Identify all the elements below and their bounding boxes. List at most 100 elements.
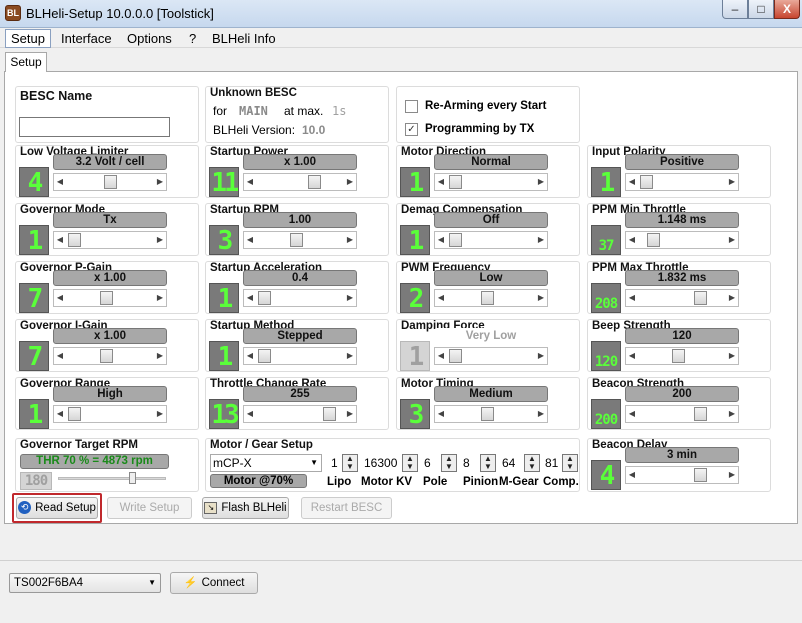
- gi-slider-thumb[interactable]: [100, 349, 113, 363]
- governor-target-rpm-slider[interactable]: [58, 477, 166, 480]
- chevron-left-icon[interactable]: ◀: [435, 232, 447, 248]
- ip-slider-thumb[interactable]: [640, 175, 653, 189]
- motor-model-select[interactable]: mCP-X ▼: [210, 454, 322, 472]
- kv-spinner[interactable]: ▲ ▼: [402, 454, 418, 472]
- chevron-right-icon[interactable]: ▶: [726, 467, 738, 483]
- pole-spinner[interactable]: ▲ ▼: [441, 454, 457, 472]
- flash-blheli-button[interactable]: ↘ Flash BLHeli: [202, 497, 289, 519]
- chevron-left-icon[interactable]: ◀: [244, 406, 256, 422]
- mt-slider-thumb[interactable]: [481, 407, 494, 421]
- chevron-left-icon[interactable]: ◀: [435, 174, 447, 190]
- chevron-right-icon[interactable]: ▶: [726, 406, 738, 422]
- chevron-right-icon[interactable]: ▶: [535, 348, 547, 364]
- srpm-slider-thumb[interactable]: [290, 233, 303, 247]
- pmin-slider[interactable]: ◀ ▶: [625, 231, 739, 249]
- bs-slider-thumb[interactable]: [672, 349, 685, 363]
- lipo-spinner[interactable]: ▲ ▼: [342, 454, 358, 472]
- chevron-left-icon[interactable]: ◀: [54, 232, 66, 248]
- rearm-checkbox[interactable]: [405, 100, 418, 113]
- chevron-left-icon[interactable]: ◀: [626, 232, 638, 248]
- chevron-right-icon[interactable]: ▶: [344, 232, 356, 248]
- chevron-right-icon[interactable]: ▶: [344, 406, 356, 422]
- bcs-slider[interactable]: ◀ ▶: [625, 405, 739, 423]
- gm-slider[interactable]: ◀ ▶: [53, 231, 167, 249]
- maximize-button[interactable]: □: [748, 0, 774, 19]
- chevron-right-icon[interactable]: ▶: [535, 232, 547, 248]
- chevron-right-icon[interactable]: ▶: [726, 232, 738, 248]
- governor-target-rpm-thumb[interactable]: [129, 472, 136, 484]
- comp-spinner[interactable]: ▲ ▼: [562, 454, 578, 472]
- menu-blheli-info[interactable]: BLHeli Info: [212, 31, 276, 46]
- gi-slider[interactable]: ◀ ▶: [53, 347, 167, 365]
- chevron-left-icon[interactable]: ◀: [54, 348, 66, 364]
- menu-setup[interactable]: Setup: [5, 29, 51, 48]
- pmax-slider[interactable]: ◀ ▶: [625, 289, 739, 307]
- md-slider[interactable]: ◀ ▶: [434, 173, 548, 191]
- minimize-button[interactable]: –: [722, 0, 748, 19]
- chevron-left-icon[interactable]: ◀: [54, 174, 66, 190]
- sp-slider-thumb[interactable]: [308, 175, 321, 189]
- pwm-slider[interactable]: ◀ ▶: [434, 289, 548, 307]
- chevron-right-icon[interactable]: ▶: [535, 406, 547, 422]
- close-button[interactable]: X: [774, 0, 800, 19]
- gp-slider-thumb[interactable]: [100, 291, 113, 305]
- chevron-left-icon[interactable]: ◀: [244, 348, 256, 364]
- chevron-right-icon[interactable]: ▶: [154, 348, 166, 364]
- dc-slider[interactable]: ◀ ▶: [434, 231, 548, 249]
- chevron-left-icon[interactable]: ◀: [626, 467, 638, 483]
- port-select[interactable]: TS002F6BA4 ▼: [9, 573, 161, 593]
- chevron-right-icon[interactable]: ▶: [535, 174, 547, 190]
- read-setup-button[interactable]: ⟲ Read Setup: [16, 497, 98, 519]
- restart-besc-button[interactable]: Restart BESC: [301, 497, 392, 519]
- menu-options[interactable]: Options: [127, 31, 172, 46]
- chevron-left-icon[interactable]: ◀: [244, 232, 256, 248]
- tcr-slider-thumb[interactable]: [323, 407, 336, 421]
- mt-slider[interactable]: ◀ ▶: [434, 405, 548, 423]
- chevron-right-icon[interactable]: ▶: [154, 406, 166, 422]
- pwm-slider-thumb[interactable]: [481, 291, 494, 305]
- df-slider-thumb[interactable]: [449, 349, 462, 363]
- gr-slider-thumb[interactable]: [68, 407, 81, 421]
- chevron-right-icon[interactable]: ▶: [154, 174, 166, 190]
- bcs-slider-thumb[interactable]: [694, 407, 707, 421]
- chevron-right-icon[interactable]: ▶: [726, 290, 738, 306]
- sm-slider[interactable]: ◀ ▶: [243, 347, 357, 365]
- srpm-slider[interactable]: ◀ ▶: [243, 231, 357, 249]
- gr-slider[interactable]: ◀ ▶: [53, 405, 167, 423]
- sa-slider[interactable]: ◀ ▶: [243, 289, 357, 307]
- programming-by-tx-checkbox[interactable]: ✓: [405, 123, 418, 136]
- gm-slider-thumb[interactable]: [68, 233, 81, 247]
- chevron-left-icon[interactable]: ◀: [244, 174, 256, 190]
- chevron-left-icon[interactable]: ◀: [626, 290, 638, 306]
- menu-interface[interactable]: Interface: [61, 31, 112, 46]
- chevron-right-icon[interactable]: ▶: [154, 232, 166, 248]
- connect-button[interactable]: ⚡ Connect: [170, 572, 258, 594]
- tcr-slider[interactable]: ◀ ▶: [243, 405, 357, 423]
- bd-slider[interactable]: ◀ ▶: [625, 466, 739, 484]
- chevron-right-icon[interactable]: ▶: [726, 174, 738, 190]
- chevron-right-icon[interactable]: ▶: [726, 348, 738, 364]
- tab-setup[interactable]: Setup: [5, 52, 47, 72]
- lvl-slider-thumb[interactable]: [104, 175, 117, 189]
- chevron-left-icon[interactable]: ◀: [244, 290, 256, 306]
- chevron-left-icon[interactable]: ◀: [626, 174, 638, 190]
- chevron-right-icon[interactable]: ▶: [154, 290, 166, 306]
- ip-slider[interactable]: ◀ ▶: [625, 173, 739, 191]
- sa-slider-thumb[interactable]: [258, 291, 271, 305]
- write-setup-button[interactable]: Write Setup: [107, 497, 192, 519]
- chevron-left-icon[interactable]: ◀: [435, 348, 447, 364]
- pinion-spinner[interactable]: ▲ ▼: [480, 454, 496, 472]
- chevron-left-icon[interactable]: ◀: [54, 290, 66, 306]
- besc-name-input[interactable]: [19, 117, 170, 137]
- chevron-right-icon[interactable]: ▶: [344, 290, 356, 306]
- gp-slider[interactable]: ◀ ▶: [53, 289, 167, 307]
- chevron-right-icon[interactable]: ▶: [344, 174, 356, 190]
- chevron-left-icon[interactable]: ◀: [435, 406, 447, 422]
- pmax-slider-thumb[interactable]: [694, 291, 707, 305]
- sm-slider-thumb[interactable]: [258, 349, 271, 363]
- chevron-right-icon[interactable]: ▶: [535, 290, 547, 306]
- chevron-right-icon[interactable]: ▶: [344, 348, 356, 364]
- mgear-spinner[interactable]: ▲ ▼: [524, 454, 540, 472]
- chevron-left-icon[interactable]: ◀: [54, 406, 66, 422]
- chevron-left-icon[interactable]: ◀: [435, 290, 447, 306]
